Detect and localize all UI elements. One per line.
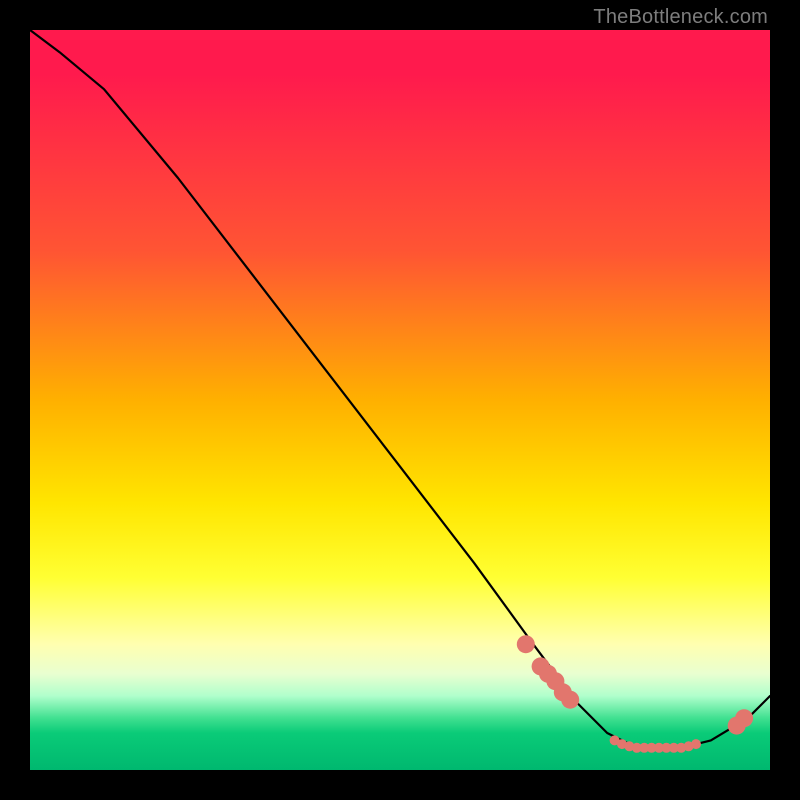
marker-dot xyxy=(517,635,535,653)
curve-line xyxy=(30,30,770,748)
chart-svg xyxy=(30,30,770,770)
marker-dot xyxy=(735,709,753,727)
watermark-text: TheBottleneck.com xyxy=(593,6,768,29)
chart-frame: TheBottleneck.com xyxy=(0,0,800,800)
marker-dot xyxy=(691,739,701,749)
plot-area xyxy=(30,30,770,770)
marker-dot xyxy=(561,691,579,709)
